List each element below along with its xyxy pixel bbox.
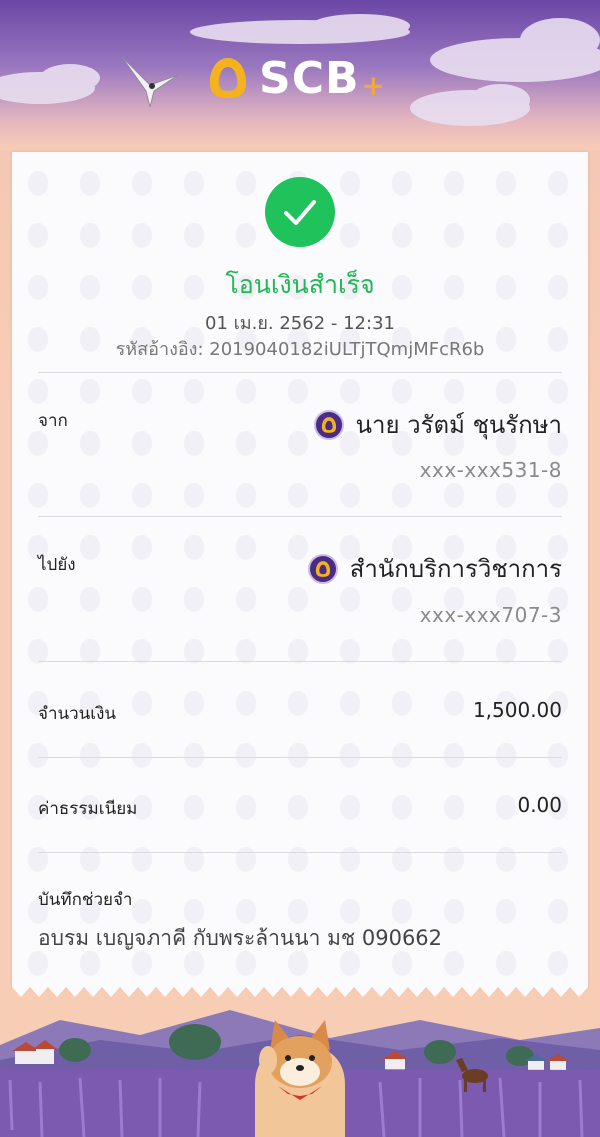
- amount-value: 1,500.00: [472, 698, 562, 722]
- divider: [38, 516, 562, 517]
- bird-icon: [121, 56, 179, 108]
- divider: [38, 852, 562, 853]
- check-icon: [284, 200, 316, 225]
- reference-label: รหัสอ้างอิง:: [115, 339, 204, 360]
- to-party: สำนักบริการวิชาการ: [307, 549, 562, 588]
- divider: [38, 757, 562, 758]
- receipt-card: โอนเงินสำเร็จ 01 เม.ย. 2562 - 12:31 รหัส…: [12, 152, 588, 987]
- fee-value: 0.00: [517, 793, 562, 817]
- memo-label: บันทึกช่วยจำ: [38, 890, 133, 910]
- divider: [38, 661, 562, 662]
- brand-name: SCB: [259, 52, 360, 104]
- to-name: สำนักบริการวิชาการ: [349, 555, 562, 583]
- brand-logo: SCB +: [205, 48, 385, 108]
- success-badge: [265, 177, 335, 247]
- reference-code: 2019040182iULTjTQmjMFcR6b: [209, 339, 485, 360]
- from-account: xxx-xxx531-8: [419, 458, 562, 482]
- brand-plus: +: [361, 68, 385, 102]
- from-name: นาย วรัตม์ ชุนรักษา: [355, 411, 562, 439]
- divider: [38, 372, 562, 373]
- to-account: xxx-xxx707-3: [419, 603, 562, 627]
- transaction-datetime: 01 เม.ย. 2562 - 12:31: [205, 313, 395, 334]
- amount-label: จำนวนเงิน: [38, 704, 117, 724]
- scb-logo-icon: [209, 58, 247, 98]
- landscape-illustration: [0, 1010, 600, 1137]
- status-title: โอนเงินสำเร็จ: [225, 270, 375, 299]
- from-label: จาก: [38, 411, 68, 431]
- from-party: นาย วรัตม์ ชุนรักษา: [313, 405, 562, 444]
- scb-bank-icon: [313, 409, 344, 440]
- memo-value: อบรม เบญจภาคี กับพระล้านนา มช 090662: [38, 926, 443, 950]
- fee-label: ค่าธรรมเนียม: [38, 799, 138, 819]
- to-label: ไปยัง: [38, 555, 76, 575]
- reference-line: รหัสอ้างอิง: 2019040182iULTjTQmjMFcR6b: [12, 334, 588, 363]
- scb-bank-icon: [307, 553, 338, 584]
